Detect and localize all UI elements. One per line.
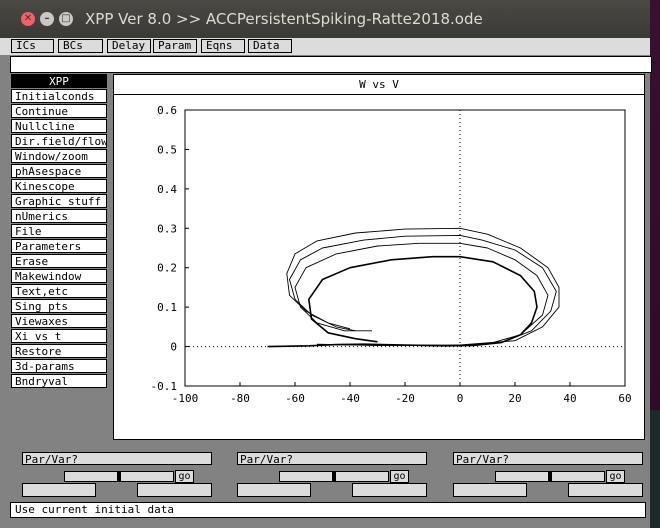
menu-xi-vs-t[interactable]: Xi vs t <box>11 329 107 343</box>
slider-low-field[interactable] <box>22 483 96 497</box>
par-panel-3: Par/Var? go <box>453 452 643 498</box>
top-button-bar: ICs BCs Delay Param Eqns Data <box>0 38 650 55</box>
y-tick-label: 0.4 <box>157 183 177 196</box>
menu-numerics[interactable]: nUmerics <box>11 209 107 223</box>
go-button[interactable]: go <box>390 470 409 483</box>
menu-text-etc[interactable]: Text,etc <box>11 284 107 298</box>
title-bar[interactable]: ✕ – □ XPP Ver 8.0 >> ACCPersistentSpikin… <box>0 0 650 38</box>
go-button[interactable]: go <box>175 470 194 483</box>
param-button[interactable]: Param <box>153 39 197 53</box>
menu-window-zoom[interactable]: Window/zoom <box>11 149 107 163</box>
menu-3d-params[interactable]: 3d-params <box>11 359 107 373</box>
menu-nullcline[interactable]: Nullcline <box>11 119 107 133</box>
delay-button[interactable]: Delay <box>107 39 151 53</box>
menu-makewindow[interactable]: Makewindow <box>11 269 107 283</box>
x-tick-label: -20 <box>395 392 415 405</box>
x-tick-label: -100 <box>172 392 199 405</box>
menu-sing-pts[interactable]: Sing pts <box>11 299 107 313</box>
slider-high-field[interactable] <box>568 483 643 497</box>
menu-dir-field-flow[interactable]: Dir.field/flow <box>11 134 107 148</box>
par-var-field[interactable]: Par/Var? <box>22 452 212 466</box>
menu-file[interactable]: File <box>11 224 107 238</box>
y-tick-label: 0.5 <box>157 143 177 156</box>
x-tick-label: -80 <box>230 392 250 405</box>
menu-continue[interactable]: Continue <box>11 104 107 118</box>
menu-parameters[interactable]: Parameters <box>11 239 107 253</box>
y-tick-label: 0.1 <box>157 301 177 314</box>
slider-thumb[interactable] <box>117 472 121 481</box>
xpp-window: ✕ – □ XPP Ver 8.0 >> ACCPersistentSpikin… <box>0 0 652 528</box>
close-button[interactable]: ✕ <box>21 12 35 26</box>
y-tick-label: 0 <box>170 341 177 354</box>
menu-restore[interactable]: Restore <box>11 344 107 358</box>
slider-high-field[interactable] <box>352 483 427 497</box>
trajectory-line <box>267 255 538 348</box>
main-menu: XPP Initialconds Continue Nullcline Dir.… <box>11 74 107 389</box>
x-tick-label: -40 <box>340 392 360 405</box>
y-tick-label: 0.2 <box>157 262 177 275</box>
menu-graphic-stuff[interactable]: Graphic stuff <box>11 194 107 208</box>
slider-low-field[interactable] <box>453 483 527 497</box>
y-tick-label: 0.3 <box>157 222 177 235</box>
par-var-field[interactable]: Par/Var? <box>453 452 643 466</box>
data-button[interactable]: Data <box>248 39 292 53</box>
x-tick-label: 60 <box>618 392 631 405</box>
trajectory-line <box>286 227 560 346</box>
y-tick-label: 0.6 <box>157 104 177 117</box>
slider-thumb[interactable] <box>548 472 552 481</box>
bcs-button[interactable]: BCs <box>58 39 103 53</box>
x-tick-label: 40 <box>563 392 576 405</box>
slider-low-field[interactable] <box>237 483 311 497</box>
par-panel-2: Par/Var? go <box>237 452 427 498</box>
menu-bndryval[interactable]: Bndryval <box>11 374 107 388</box>
par-panel-1: Par/Var? go <box>22 452 212 498</box>
menu-erase[interactable]: Erase <box>11 254 107 268</box>
slider-thumb[interactable] <box>332 472 336 481</box>
menu-phasespace[interactable]: phAsespace <box>11 164 107 178</box>
par-slider[interactable] <box>495 471 605 482</box>
menu-xpp: XPP <box>11 74 107 88</box>
status-bar: Use current initial data <box>10 502 646 518</box>
x-tick-label: 0 <box>457 392 464 405</box>
x-tick-label: 20 <box>508 392 521 405</box>
trajectory-line <box>294 242 549 347</box>
menu-kinescope[interactable]: Kinescope <box>11 179 107 193</box>
par-slider[interactable] <box>279 471 389 482</box>
y-tick-label: -0.1 <box>151 380 178 393</box>
window-title: XPP Ver 8.0 >> ACCPersistentSpiking-Ratt… <box>85 10 483 28</box>
menu-viewaxes[interactable]: Viewaxes <box>11 314 107 328</box>
command-line[interactable] <box>10 56 652 73</box>
par-slider[interactable] <box>64 471 174 482</box>
phase-plot[interactable]: -100 -80 -60 -40 -20 0 20 40 60 0.6 0.5 0.4 0.3 0.2 0.… <box>114 75 644 439</box>
go-button[interactable]: go <box>606 470 625 483</box>
eqns-button[interactable]: Eqns <box>201 39 245 53</box>
graph-window[interactable]: W vs V -100 -80 -60 -40 -20 0 20 40 60 0.6 0.5 0.4 0… <box>113 74 645 440</box>
menu-initialconds[interactable]: Initialconds <box>11 89 107 103</box>
slider-high-field[interactable] <box>137 483 212 497</box>
maximize-button[interactable]: □ <box>59 12 73 26</box>
minimize-button[interactable]: – <box>40 12 54 26</box>
trajectory-line <box>289 234 557 346</box>
par-var-field[interactable]: Par/Var? <box>237 452 427 466</box>
ics-button[interactable]: ICs <box>11 39 54 53</box>
x-tick-label: -60 <box>285 392 305 405</box>
